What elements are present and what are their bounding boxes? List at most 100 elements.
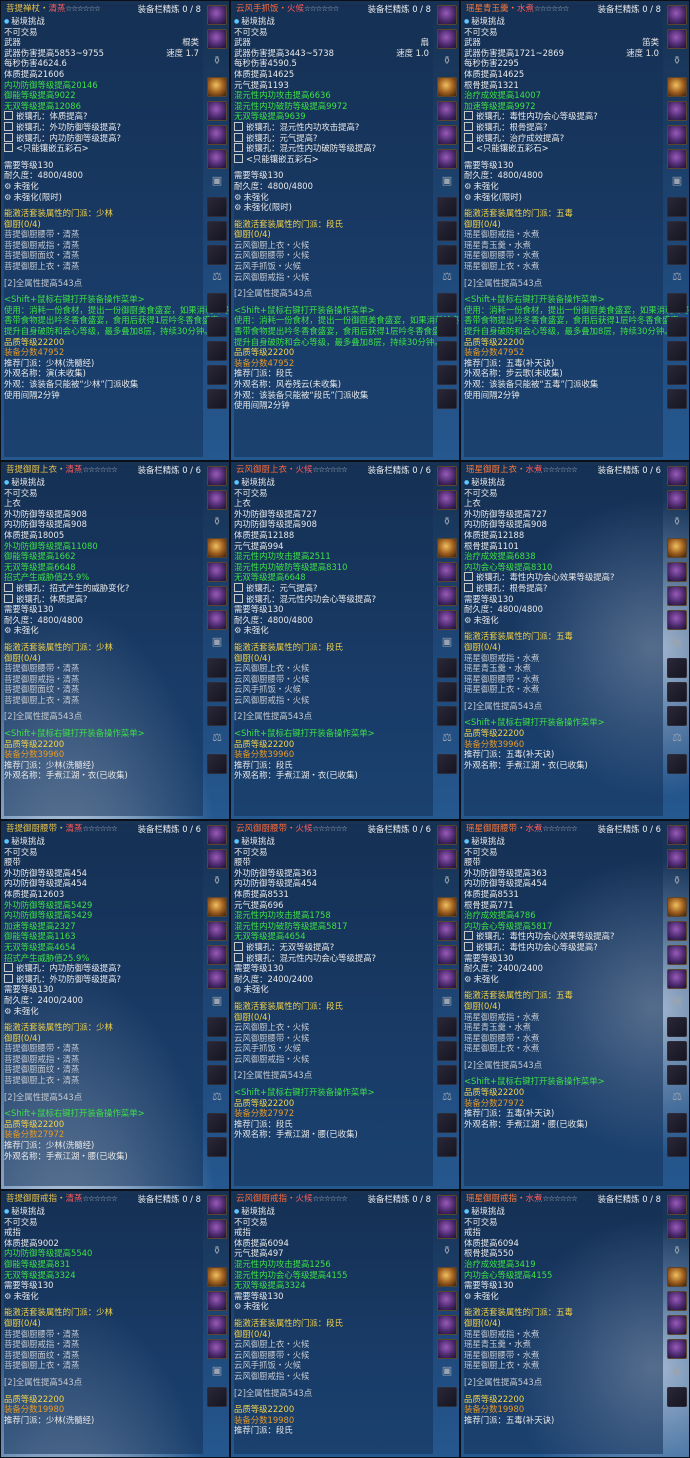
bag-item-slot[interactable] [207, 849, 227, 869]
bag-item-slot[interactable] [667, 586, 687, 606]
bag-item-slot[interactable] [667, 29, 687, 49]
bag-item-slot[interactable] [207, 921, 227, 941]
bag-item-slot[interactable] [667, 1291, 687, 1311]
bag-item-slot[interactable] [667, 945, 687, 965]
bag-item-slot[interactable] [437, 5, 457, 25]
bag-item-slot[interactable] [437, 389, 457, 409]
bag-item-slot[interactable] [437, 1339, 457, 1359]
bag-item-slot[interactable] [437, 586, 457, 606]
bag-item-slot[interactable] [667, 1387, 687, 1407]
bag-item-slot[interactable] [667, 197, 687, 217]
bag-item-slot[interactable] [437, 921, 457, 941]
bag-item-slot[interactable] [437, 1195, 457, 1215]
bag-item-slot[interactable] [437, 1065, 457, 1085]
bag-item-slot[interactable] [437, 77, 457, 97]
bag-item-slot[interactable] [437, 490, 457, 510]
bag-item-slot[interactable] [437, 125, 457, 145]
bag-item-slot[interactable] [207, 197, 227, 217]
bag-item-slot[interactable] [207, 754, 227, 774]
bag-item-slot[interactable] [207, 1137, 227, 1157]
bag-item-slot[interactable] [207, 1339, 227, 1359]
bag-item-slot[interactable] [207, 586, 227, 606]
bag-item-slot[interactable] [667, 562, 687, 582]
bag-item-slot[interactable] [207, 1113, 227, 1133]
bag-item-slot[interactable] [207, 538, 227, 558]
bag-item-slot[interactable] [207, 706, 227, 726]
bag-item-slot[interactable] [667, 754, 687, 774]
bag-item-slot[interactable] [437, 945, 457, 965]
bag-item-slot[interactable] [437, 1315, 457, 1335]
bag-item-slot[interactable] [207, 490, 227, 510]
bag-item-slot[interactable] [667, 897, 687, 917]
bag-item-slot[interactable] [667, 682, 687, 702]
bag-item-slot[interactable] [667, 149, 687, 169]
bag-item-slot[interactable] [207, 365, 227, 385]
bag-item-slot[interactable] [667, 1219, 687, 1239]
bag-item-slot[interactable] [667, 221, 687, 241]
bag-item-slot[interactable] [437, 562, 457, 582]
bag-item-slot[interactable] [667, 658, 687, 678]
bag-item-slot[interactable] [437, 682, 457, 702]
bag-item-slot[interactable] [437, 101, 457, 121]
bag-item-slot[interactable] [667, 706, 687, 726]
bag-item-slot[interactable] [437, 466, 457, 486]
bag-item-slot[interactable] [207, 221, 227, 241]
bag-item-slot[interactable] [667, 1195, 687, 1215]
bag-item-slot[interactable] [667, 825, 687, 845]
bag-item-slot[interactable] [207, 389, 227, 409]
bag-item-slot[interactable] [207, 610, 227, 630]
bag-item-slot[interactable] [207, 1267, 227, 1287]
bag-item-slot[interactable] [437, 1113, 457, 1133]
bag-item-slot[interactable] [667, 538, 687, 558]
bag-item-slot[interactable] [667, 1017, 687, 1037]
bag-item-slot[interactable] [437, 1219, 457, 1239]
bag-item-slot[interactable] [437, 317, 457, 337]
bag-item-slot[interactable] [437, 149, 457, 169]
bag-item-slot[interactable] [667, 245, 687, 265]
bag-item-slot[interactable] [207, 149, 227, 169]
bag-item-slot[interactable] [437, 658, 457, 678]
bag-item-slot[interactable] [667, 341, 687, 361]
bag-item-slot[interactable] [207, 466, 227, 486]
bag-item-slot[interactable] [667, 490, 687, 510]
bag-item-slot[interactable] [207, 562, 227, 582]
bag-item-slot[interactable] [207, 245, 227, 265]
bag-item-slot[interactable] [207, 658, 227, 678]
bag-item-slot[interactable] [207, 293, 227, 313]
bag-item-slot[interactable] [667, 293, 687, 313]
bag-item-slot[interactable] [207, 969, 227, 989]
bag-item-slot[interactable] [207, 1041, 227, 1061]
bag-item-slot[interactable] [437, 969, 457, 989]
bag-item-slot[interactable] [667, 125, 687, 145]
bag-item-slot[interactable] [667, 1339, 687, 1359]
bag-item-slot[interactable] [207, 5, 227, 25]
bag-item-slot[interactable] [437, 293, 457, 313]
bag-item-slot[interactable] [207, 682, 227, 702]
bag-item-slot[interactable] [437, 1267, 457, 1287]
bag-item-slot[interactable] [207, 897, 227, 917]
bag-item-slot[interactable] [437, 29, 457, 49]
bag-item-slot[interactable] [667, 849, 687, 869]
bag-item-slot[interactable] [437, 197, 457, 217]
bag-item-slot[interactable] [437, 897, 457, 917]
bag-item-slot[interactable] [667, 317, 687, 337]
bag-item-slot[interactable] [207, 1017, 227, 1037]
bag-item-slot[interactable] [207, 317, 227, 337]
bag-item-slot[interactable] [667, 77, 687, 97]
bag-item-slot[interactable] [207, 825, 227, 845]
bag-item-slot[interactable] [667, 1267, 687, 1287]
bag-item-slot[interactable] [437, 754, 457, 774]
bag-item-slot[interactable] [207, 101, 227, 121]
bag-item-slot[interactable] [207, 341, 227, 361]
bag-item-slot[interactable] [207, 125, 227, 145]
bag-item-slot[interactable] [207, 1195, 227, 1215]
bag-item-slot[interactable] [437, 538, 457, 558]
bag-item-slot[interactable] [207, 1219, 227, 1239]
bag-item-slot[interactable] [437, 825, 457, 845]
bag-item-slot[interactable] [437, 221, 457, 241]
bag-item-slot[interactable] [437, 610, 457, 630]
bag-item-slot[interactable] [667, 969, 687, 989]
bag-item-slot[interactable] [667, 610, 687, 630]
bag-item-slot[interactable] [207, 77, 227, 97]
bag-item-slot[interactable] [437, 1387, 457, 1407]
